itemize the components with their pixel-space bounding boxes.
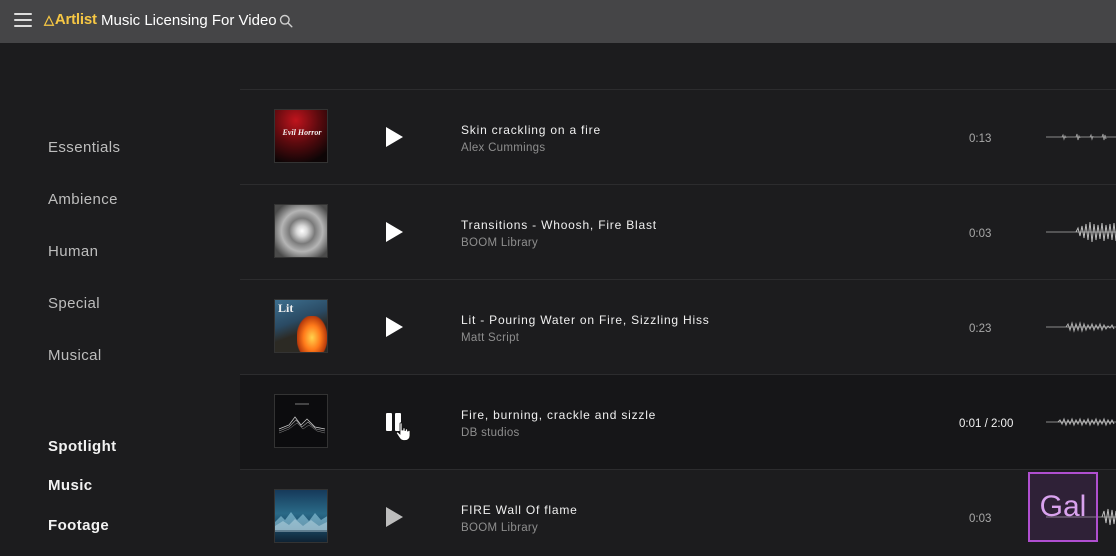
search-icon[interactable] <box>279 14 293 28</box>
sidebar-section-spotlight[interactable]: Spotlight <box>48 438 117 455</box>
sidebar-item-essentials[interactable]: Essentials <box>48 139 120 156</box>
watermark-badge: Gal <box>1028 472 1098 542</box>
track-duration: 0:13 <box>969 133 992 145</box>
play-icon[interactable] <box>383 315 405 339</box>
sidebar-section-footage[interactable]: Footage <box>48 517 109 534</box>
track-duration: 0:03 <box>969 228 992 240</box>
sidebar-item-ambience[interactable]: Ambience <box>48 191 118 208</box>
cover-art-lines <box>278 403 326 434</box>
waveform[interactable] <box>1046 400 1116 444</box>
cover-text: Lit <box>278 301 294 315</box>
sidebar: Essentials Ambience Human Special Musica… <box>0 43 240 556</box>
sidebar-item-special[interactable]: Special <box>48 295 100 312</box>
cover-fire <box>297 316 327 352</box>
track-artist[interactable]: DB studios <box>461 427 520 439</box>
track-cover[interactable] <box>274 394 328 448</box>
sidebar-item-musical[interactable]: Musical <box>48 347 102 364</box>
waveform[interactable] <box>1046 210 1116 254</box>
watermark-text: Gal <box>1039 490 1087 523</box>
track-cover[interactable] <box>274 204 328 258</box>
track-row[interactable]: FIRE Wall Of flame BOOM Library 0:03 <box>240 470 1116 556</box>
track-duration: 0:23 <box>969 323 992 335</box>
top-bar: △Artlist Music Licensing For Video <box>0 0 1116 43</box>
track-title[interactable]: Lit - Pouring Water on Fire, Sizzling Hi… <box>461 313 710 327</box>
track-list: Evil Horror Skin crackling on a fire Ale… <box>240 43 1116 556</box>
track-progress-time: 0:01 / 2:00 <box>959 418 1014 430</box>
track-artist[interactable]: Alex Cummings <box>461 142 545 154</box>
track-cover[interactable] <box>274 489 328 543</box>
track-artist[interactable]: BOOM Library <box>461 522 538 534</box>
play-icon[interactable] <box>383 505 405 529</box>
track-artist[interactable]: BOOM Library <box>461 237 538 249</box>
logo-text: Artlist <box>54 11 97 28</box>
track-title[interactable]: Transitions - Whoosh, Fire Blast <box>461 218 657 232</box>
play-icon[interactable] <box>383 125 405 149</box>
waveform[interactable] <box>1046 115 1116 159</box>
track-duration: 0:03 <box>969 513 992 525</box>
track-title[interactable]: FIRE Wall Of flame <box>461 503 578 517</box>
waveform[interactable] <box>1046 305 1116 349</box>
track-cover[interactable]: Evil Horror <box>274 109 328 163</box>
track-row[interactable]: Evil Horror Skin crackling on a fire Ale… <box>240 90 1116 185</box>
track-title[interactable]: Fire, burning, crackle and sizzle <box>461 408 656 422</box>
track-cover[interactable]: Lit <box>274 299 328 353</box>
artlist-logo[interactable]: △Artlist <box>44 11 97 28</box>
hand-cursor-icon <box>395 422 411 441</box>
track-row[interactable]: Lit Lit - Pouring Water on Fire, Sizzlin… <box>240 280 1116 375</box>
track-artist[interactable]: Matt Script <box>461 332 519 344</box>
track-row[interactable]: Transitions - Whoosh, Fire Blast BOOM Li… <box>240 185 1116 280</box>
cover-text: Evil Horror <box>282 128 322 137</box>
hamburger-menu-icon[interactable] <box>14 13 32 27</box>
site-title: Music Licensing For Video <box>101 12 277 29</box>
track-row-playing[interactable]: Fire, burning, crackle and sizzle DB stu… <box>240 375 1116 470</box>
sidebar-item-human[interactable]: Human <box>48 243 98 260</box>
track-title[interactable]: Skin crackling on a fire <box>461 123 601 137</box>
cover-art-flame-wall <box>275 512 327 532</box>
play-icon[interactable] <box>383 220 405 244</box>
sidebar-section-music[interactable]: Music <box>48 477 93 494</box>
